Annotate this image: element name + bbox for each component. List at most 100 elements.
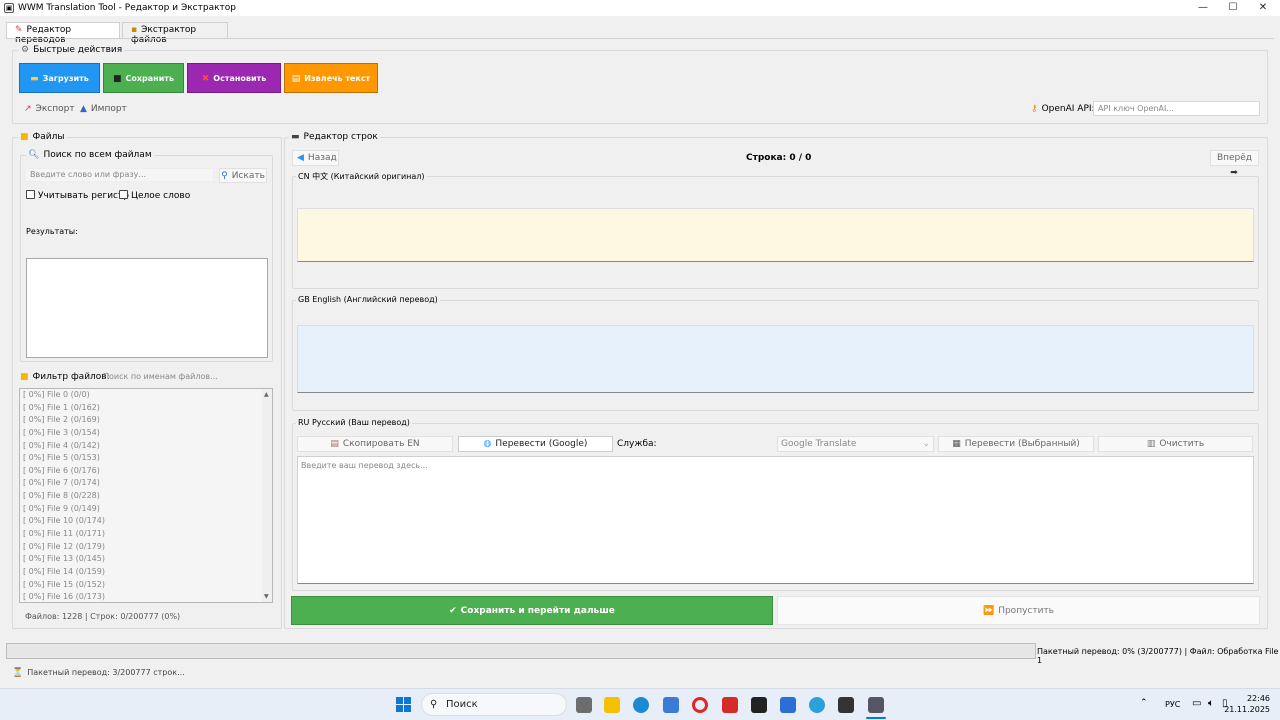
quick-actions-title: ⚙ Быстрые действия <box>19 45 125 55</box>
batch-progress-bar <box>6 643 1036 659</box>
active-app-indicator <box>866 717 886 719</box>
service-select[interactable]: Google Translate ⌄ <box>777 436 934 452</box>
service-label: Служба: <box>617 439 657 449</box>
edge-icon[interactable] <box>633 697 649 713</box>
tab-file-extractor[interactable]: ▪ Экстрактор файлов <box>122 22 228 45</box>
maximize-button[interactable]: ☐ <box>1218 1 1248 15</box>
file-list-item[interactable]: [ 0%] File 2 (0/169) <box>20 414 272 427</box>
api-label: ⚷ OpenAI API: <box>1031 104 1095 114</box>
checkbox-box[interactable] <box>26 190 35 199</box>
minimize-button[interactable]: — <box>1188 1 1218 15</box>
clear-button[interactable]: ▥ Очистить <box>1098 436 1253 452</box>
scrollbar[interactable]: ▲ ▼ <box>262 389 272 602</box>
title-bar: ▣ WWM Translation Tool - Редактор и Экст… <box>0 0 1280 16</box>
taskbar-search[interactable]: ⚲ Поиск <box>421 693 567 716</box>
file-list-item[interactable]: [ 0%] File 4 (0/142) <box>20 440 272 453</box>
app-icon: ▣ <box>4 3 14 13</box>
results-label: Результаты: <box>26 227 78 236</box>
wps-icon[interactable] <box>722 697 738 713</box>
file-list-item[interactable]: [ 0%] File 0 (0/0) <box>20 389 272 402</box>
load-button[interactable]: ▬ Загрузить <box>19 63 100 93</box>
file-list-item[interactable]: [ 0%] File 8 (0/228) <box>20 490 272 503</box>
copy-en-button[interactable]: ▤ Скопировать EN <box>297 436 453 452</box>
save-button[interactable]: ■ Сохранить <box>103 63 184 93</box>
file-list-item[interactable]: [ 0%] File 5 (0/153) <box>20 452 272 465</box>
file-list-item[interactable]: [ 0%] File 14 (0/159) <box>20 566 272 579</box>
language-indicator[interactable]: РУС <box>1165 700 1180 709</box>
app-h-icon[interactable] <box>751 697 767 713</box>
file-list[interactable]: [ 0%] File 0 (0/0)[ 0%] File 1 (0/162)[ … <box>19 388 273 603</box>
filter-label: ■ Фильтр файлов: <box>20 372 110 382</box>
gear-icon: ⚙ <box>21 45 30 55</box>
back-button[interactable]: ◀ Назад <box>292 150 339 166</box>
editor-title: ▬ Редактор строк <box>289 132 380 142</box>
search-icon: ⚲ <box>430 699 438 710</box>
opera-icon[interactable] <box>692 697 708 713</box>
tab-bar: ✎ Редактор переводов ▪ Экстрактор файлов <box>0 22 1280 45</box>
python-app-icon[interactable] <box>868 697 884 713</box>
save-and-next-button[interactable]: ✔ Сохранить и перейти дальше <box>291 596 773 625</box>
folder-icon: ■ <box>20 132 29 142</box>
status-bar: ⏳ Пакетный перевод: 3/200777 строк... <box>12 668 185 678</box>
export-button[interactable]: ↗ Экспорт <box>21 101 78 117</box>
store-icon[interactable] <box>663 697 679 713</box>
file-list-item[interactable]: [ 0%] File 10 (0/174) <box>20 515 272 528</box>
file-list-item[interactable]: [ 0%] File 16 (0/173) <box>20 591 272 602</box>
scroll-down-icon[interactable]: ▼ <box>264 593 269 600</box>
task-view-icon[interactable] <box>576 697 592 713</box>
translate-google-button[interactable]: ◍ Перевести (Google) <box>458 436 613 452</box>
terminal-icon[interactable] <box>838 697 854 713</box>
forward-button[interactable]: Вперёд➡ <box>1210 150 1259 178</box>
results-list[interactable] <box>26 258 268 358</box>
search-button[interactable]: ⚲ Искать <box>219 168 267 183</box>
volume-icon[interactable]: 🔈︎ <box>1208 698 1214 709</box>
notepad-icon[interactable] <box>780 697 796 713</box>
clipboard-icon: ▤ <box>330 439 339 449</box>
clock-date[interactable]: 21.11.2025 <box>1222 705 1270 714</box>
windows-start-icon[interactable] <box>396 697 412 713</box>
case-sensitive-checkbox[interactable]: Учитывать регистр <box>26 190 129 201</box>
file-list-item[interactable]: [ 0%] File 3 (0/154) <box>20 427 272 440</box>
file-list-item[interactable]: [ 0%] File 11 (0/171) <box>20 528 272 541</box>
file-list-item[interactable]: [ 0%] File 13 (0/145) <box>20 553 272 566</box>
file-list-item[interactable]: [ 0%] File 1 (0/162) <box>20 402 272 415</box>
files-stats: Файлов: 1228 | Строк: 0/200777 (0%) <box>25 612 181 621</box>
document-icon: ▤ <box>291 74 301 84</box>
file-filter-input[interactable]: Поиск по именам файлов... <box>103 372 218 381</box>
translate-selected-button[interactable]: ▦ Перевести (Выбранный) <box>938 436 1094 452</box>
global-search-input[interactable]: Введите слово или фразу... <box>25 168 214 182</box>
whole-word-checkbox[interactable]: Целое слово <box>119 190 190 201</box>
magnifier-icon: 🔍︎ <box>28 150 40 160</box>
checkbox-box[interactable] <box>119 190 128 199</box>
skip-button[interactable]: ⏩ Пропустить <box>777 596 1260 625</box>
window-title: WWM Translation Tool - Редактор и Экстра… <box>18 3 236 13</box>
file-list-item[interactable]: [ 0%] File 9 (0/149) <box>20 503 272 516</box>
tab-translation-editor[interactable]: ✎ Редактор переводов <box>6 22 120 45</box>
pencil-icon: ✎ <box>15 25 23 35</box>
scroll-up-icon[interactable]: ▲ <box>264 391 269 398</box>
file-list-item[interactable]: [ 0%] File 6 (0/176) <box>20 465 272 478</box>
floppy-icon: ■ <box>113 74 122 84</box>
stop-button[interactable]: ✖ Остановить <box>187 63 281 93</box>
close-button[interactable]: ✕ <box>1248 1 1278 15</box>
telegram-icon[interactable] <box>809 697 825 713</box>
file-list-item[interactable]: [ 0%] File 7 (0/174) <box>20 477 272 490</box>
file-list-item[interactable]: [ 0%] File 12 (0/179) <box>20 541 272 554</box>
clock-time[interactable]: 22:46 <box>1230 694 1270 703</box>
import-button[interactable]: ▲ Импорт <box>77 101 130 117</box>
progress-text: Пакетный перевод: 0% (3/200777) | Файл: … <box>1037 647 1279 665</box>
network-icon[interactable]: ▭ <box>1192 698 1201 709</box>
folder-icon: ▬ <box>30 74 39 84</box>
search-title: 🔍︎ Поиск по всем файлам <box>26 150 154 160</box>
file-explorer-icon[interactable] <box>604 697 620 713</box>
russian-translation-input[interactable]: Введите ваш перевод здесь... <box>297 456 1254 584</box>
extract-text-button[interactable]: ▤ Извлечь текст <box>284 63 378 93</box>
trash-icon: ▥ <box>1146 439 1156 449</box>
globe-icon: ◍ <box>483 439 492 449</box>
cn-label: CN 中文 (Китайский оригинал) <box>296 171 427 182</box>
chevron-down-icon: ⌄ <box>922 439 930 449</box>
printer-icon: ▦ <box>952 439 961 449</box>
file-list-item[interactable]: [ 0%] File 15 (0/152) <box>20 579 272 592</box>
api-key-input[interactable]: API ключ OpenAI... <box>1093 101 1260 116</box>
chevron-up-icon[interactable]: ⌃ <box>1140 698 1148 708</box>
